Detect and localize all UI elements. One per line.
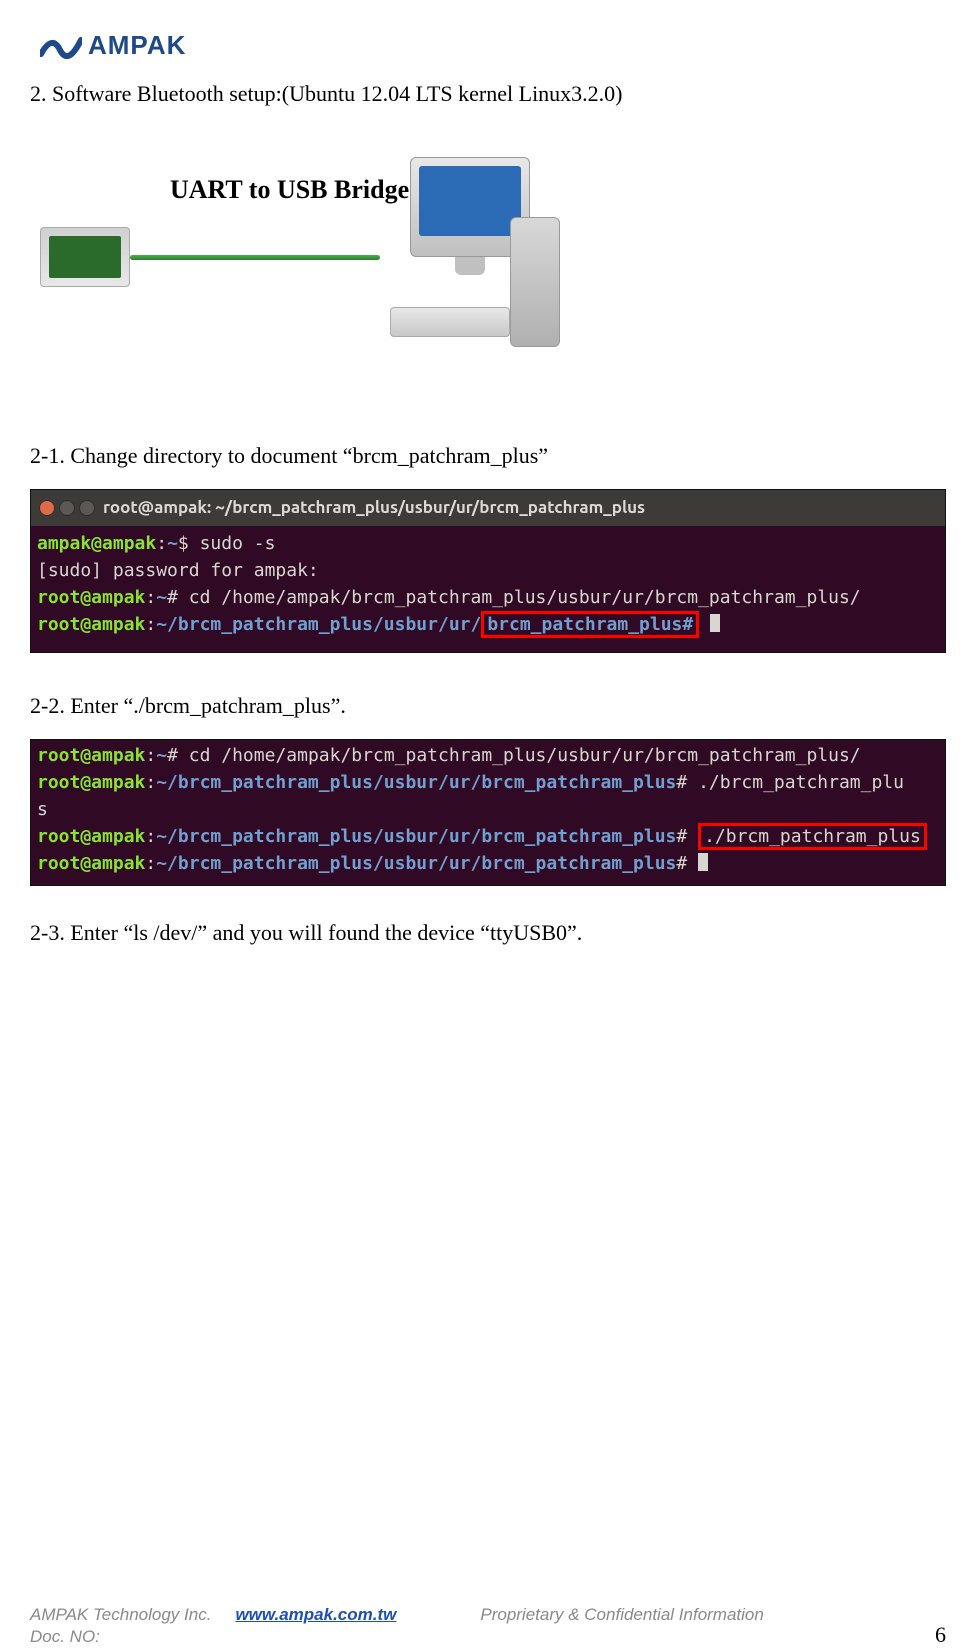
page-number: 6: [935, 1622, 946, 1648]
window-buttons-icon: [39, 500, 95, 516]
footer-link[interactable]: www.ampak.com.tw: [235, 1604, 396, 1626]
terminal-1-body: ampak@ampak:~$ sudo -s [sudo] password f…: [31, 526, 945, 652]
page-footer: AMPAK Technology Inc. www.ampak.com.tw P…: [30, 1604, 946, 1648]
step-2-1-heading: 2-1. Change directory to document “brcm_…: [30, 443, 946, 469]
step-2-heading: 2. Software Bluetooth setup:(Ubuntu 12.0…: [30, 81, 946, 107]
company-logo: AMPAK: [40, 30, 946, 61]
terminal-2-body: root@ampak:~# cd /home/ampak/brcm_patchr…: [31, 740, 945, 885]
cursor-icon: [710, 614, 720, 632]
step-2-3-heading: 2-3. Enter “ls /dev/” and you will found…: [30, 920, 946, 946]
terminal-1-title: root@ampak: ~/brcm_patchram_plus/usbur/u…: [103, 495, 645, 521]
cursor-icon: [698, 853, 708, 871]
footer-company: AMPAK Technology Inc.: [30, 1604, 211, 1626]
uart-module-icon: [40, 227, 130, 287]
terminal-1: root@ampak: ~/brcm_patchram_plus/usbur/u…: [30, 489, 946, 653]
pc-icon: [380, 157, 560, 357]
bridge-label: UART to USB Bridge: [170, 175, 409, 205]
ampak-wave-icon: [40, 32, 82, 60]
footer-docno: Doc. NO:: [30, 1626, 764, 1648]
step-2-2-heading: 2-2. Enter “./brcm_patchram_plus”.: [30, 693, 946, 719]
highlight-box-2: ./brcm_patchram_plus: [698, 823, 927, 850]
terminal-2: root@ampak:~# cd /home/ampak/brcm_patchr…: [30, 739, 946, 886]
usb-cable-icon: [130, 255, 380, 260]
terminal-1-titlebar: root@ampak: ~/brcm_patchram_plus/usbur/u…: [31, 490, 945, 526]
uart-usb-figure: UART to USB Bridge: [30, 157, 946, 417]
logo-text: AMPAK: [88, 30, 186, 61]
footer-confidential: Proprietary & Confidential Information: [480, 1604, 763, 1626]
highlight-box-1: brcm_patchram_plus#: [481, 611, 699, 638]
